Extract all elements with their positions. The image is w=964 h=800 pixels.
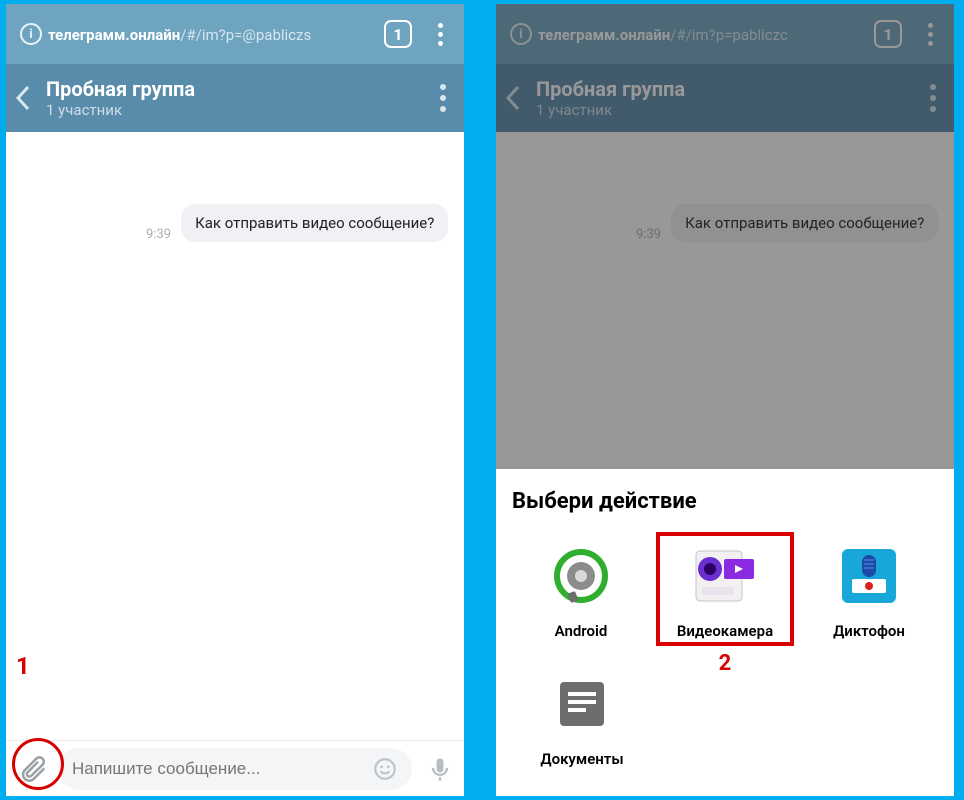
browser-bar: i телеграмм.онлайн/#/im?p=@pabliczs 1 [6,4,464,64]
message-bubble[interactable]: Как отправить видео сообщение? [181,204,448,242]
documents-icon [544,666,620,742]
url-path: /#/im?p=@pabliczs [180,26,311,44]
action-recorder[interactable]: Диктофон [800,532,938,646]
address-bar[interactable]: i телеграмм.онлайн/#/im?p=@pabliczs [20,23,320,45]
url-host: телеграмм.онлайн [48,26,180,44]
message-input-wrap[interactable] [58,748,412,790]
emoji-icon[interactable] [372,756,398,782]
message-input[interactable] [72,759,372,779]
phone-left: i телеграмм.онлайн/#/im?p=@pabliczs 1 Пр… [6,4,464,796]
chat-title-block[interactable]: Пробная группа 1 участник [46,77,195,119]
paperclip-icon [18,754,48,784]
action-label: Android [555,622,608,640]
videocamera-icon [687,538,763,614]
chat-title: Пробная группа [46,77,195,101]
android-icon [543,538,619,614]
message-time: 9:39 [146,227,171,242]
callout-label-1: 1 [16,652,30,680]
messages-area[interactable]: 9:39 Как отправить видео сообщение? 1 [6,132,464,740]
chat-subtitle: 1 участник [46,101,195,119]
phone-right: i телеграмм.онлайн/#/im?p=pabliczc 1 Про… [496,4,954,796]
microphone-icon[interactable] [426,755,454,783]
action-sheet: Выбери действие Android [496,469,954,796]
message-input-bar [6,740,464,796]
browser-menu-icon[interactable] [428,23,452,46]
back-icon[interactable] [14,83,42,113]
action-label: Документы [540,750,623,768]
site-info-icon[interactable]: i [20,23,42,45]
recorder-icon [831,538,907,614]
attach-button[interactable] [16,752,50,786]
action-videocamera[interactable]: Видеокамера 2 [656,532,794,646]
message-row: 9:39 Как отправить видео сообщение? [146,204,464,242]
action-row-1: Android Видеокамера 2 [512,532,938,646]
action-row-2: Документы [512,660,938,774]
chat-menu-icon[interactable] [440,84,446,112]
tabs-button[interactable]: 1 [384,20,412,48]
action-label: Видеокамера [677,622,773,640]
action-documents[interactable]: Документы [512,660,652,774]
action-android[interactable]: Android [512,532,650,646]
callout-label-2: 2 [719,651,732,676]
sheet-title: Выбери действие [512,489,938,514]
chat-header: Пробная группа 1 участник [6,64,464,132]
action-label: Диктофон [833,622,905,640]
